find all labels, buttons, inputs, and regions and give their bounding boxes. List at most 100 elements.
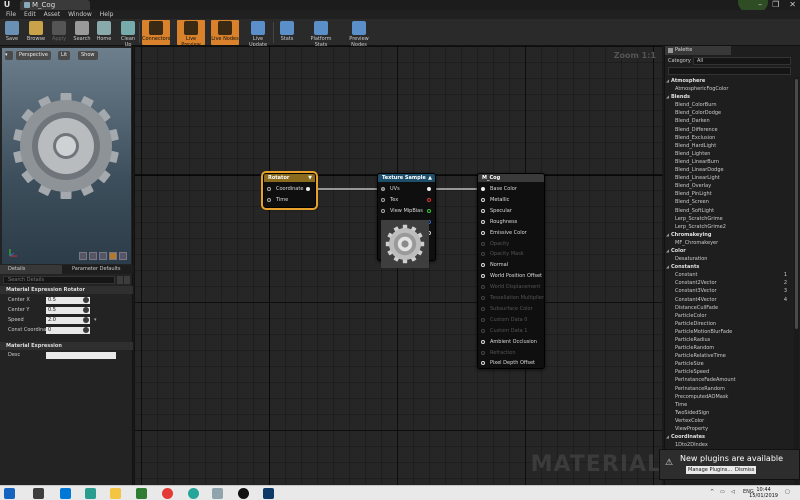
texture-output-r-pin[interactable] bbox=[427, 198, 431, 202]
palette-item-atmosphericfogcolor[interactable]: AtmosphericFogColor bbox=[665, 85, 793, 93]
palette-item-blend-screen[interactable]: Blend_Screen bbox=[665, 198, 793, 206]
palette-item-mf-chromakeyer[interactable]: MF_Chromakeyer bbox=[665, 239, 793, 247]
live-nodes-button[interactable]: Live Nodes bbox=[211, 20, 239, 45]
details-search-input[interactable]: Search Details bbox=[3, 276, 115, 284]
reset-value-icon[interactable] bbox=[83, 317, 89, 323]
palette-item-blend-hardlight[interactable]: Blend_HardLight bbox=[665, 142, 793, 150]
browse-button[interactable]: Browse bbox=[26, 20, 46, 45]
section-expression-header[interactable]: Material Expression bbox=[0, 342, 133, 350]
dismiss-button[interactable]: Dismiss bbox=[733, 466, 757, 474]
save-button[interactable]: Save bbox=[2, 20, 22, 45]
document-tab[interactable]: M_Cog bbox=[20, 0, 90, 10]
material-pin-roughness[interactable]: Roughness bbox=[481, 219, 517, 225]
texture-output-g-pin[interactable] bbox=[427, 209, 431, 213]
manage-plugins-button[interactable]: Manage Plugins... bbox=[686, 466, 735, 474]
palette-category-color[interactable]: Color bbox=[665, 247, 793, 255]
menu-file[interactable]: File bbox=[6, 10, 16, 19]
scrollbar-thumb[interactable] bbox=[795, 79, 798, 329]
palette-item-particlecolor[interactable]: ParticleColor bbox=[665, 312, 793, 320]
minimize-button[interactable]: – bbox=[758, 0, 762, 10]
plane-preview-icon[interactable] bbox=[99, 252, 107, 260]
menu-asset[interactable]: Asset bbox=[44, 10, 60, 19]
palette-item-blend-colorburn[interactable]: Blend_ColorBurn bbox=[665, 101, 793, 109]
tray-chevron-icon[interactable]: ^ bbox=[710, 489, 714, 495]
palette-item-blend-difference[interactable]: Blend_Difference bbox=[665, 126, 793, 134]
messenger-icon[interactable] bbox=[188, 488, 199, 499]
palette-item-particlerandom[interactable]: ParticleRandom bbox=[665, 344, 793, 352]
sphere-preview-icon[interactable] bbox=[89, 252, 97, 260]
palette-item-precomputedaomask[interactable]: PrecomputedAOMask bbox=[665, 393, 793, 401]
show-button[interactable]: Show bbox=[78, 51, 98, 60]
stats-button[interactable]: Stats bbox=[277, 20, 297, 45]
palette-item-lerp-scratchgrime2[interactable]: Lerp_ScratchGrime2 bbox=[665, 223, 793, 231]
palette-search-input[interactable] bbox=[668, 67, 791, 75]
palette-item-blend-colordodge[interactable]: Blend_ColorDodge bbox=[665, 109, 793, 117]
material-pin-base-color[interactable]: Base Color bbox=[481, 186, 517, 192]
rotator-pin-time[interactable]: Time bbox=[267, 197, 288, 203]
palette-item-constant4vector[interactable]: Constant4Vector 4 bbox=[665, 296, 793, 304]
palette-category-coordinates[interactable]: Coordinates bbox=[665, 433, 793, 441]
palette-scrollbar[interactable] bbox=[794, 77, 799, 485]
palette-item-perinstancerandom[interactable]: PerInstanceRandom bbox=[665, 385, 793, 393]
material-pin-emissive-color[interactable]: Emissive Color bbox=[481, 230, 527, 236]
material-pin-world-position-offset[interactable]: World Position Offset bbox=[481, 273, 542, 279]
perspective-button[interactable]: Perspective bbox=[16, 51, 51, 60]
palette-item-particlerelativetime[interactable]: ParticleRelativeTime bbox=[665, 352, 793, 360]
palette-item-desaturation[interactable]: Desaturation bbox=[665, 255, 793, 263]
palette-item-constant2vector[interactable]: Constant2Vector 2 bbox=[665, 279, 793, 287]
reset-value-icon[interactable] bbox=[83, 327, 89, 333]
photoshop-icon[interactable] bbox=[263, 488, 274, 499]
texture-pin-uvs[interactable]: UVs bbox=[381, 186, 400, 192]
preview-nodes-button[interactable]: Preview Nodes bbox=[342, 20, 376, 48]
palette-item-blend-lighten[interactable]: Blend_Lighten bbox=[665, 150, 793, 158]
palette-category-constants[interactable]: Constants bbox=[665, 263, 793, 271]
rotator-node-header[interactable]: Rotator ▼ bbox=[264, 174, 315, 182]
windows-start-icon[interactable] bbox=[4, 488, 15, 499]
palette-item-blend-darken[interactable]: Blend_Darken bbox=[665, 117, 793, 125]
palette-item-vertexcolor[interactable]: VertexColor bbox=[665, 417, 793, 425]
texture-sample-node[interactable]: Texture Sample ▲ UVs Tex View MipBias bbox=[377, 173, 436, 268]
palette-item-particlesize[interactable]: ParticleSize bbox=[665, 360, 793, 368]
material-pin-normal[interactable]: Normal bbox=[481, 262, 508, 268]
file-explorer-icon[interactable] bbox=[110, 488, 121, 499]
texture-node-header[interactable]: Texture Sample ▲ bbox=[378, 174, 435, 182]
apply-button[interactable]: Apply bbox=[50, 20, 68, 45]
viewport-options-button[interactable]: ▾ bbox=[5, 51, 13, 60]
platform-stats-button[interactable]: Platform Stats bbox=[305, 20, 337, 48]
palette-category-blends[interactable]: Blends bbox=[665, 93, 793, 101]
palette-item-lerp-scratchgrime[interactable]: Lerp_ScratchGrime bbox=[665, 215, 793, 223]
palette-item-blend-exclusion[interactable]: Blend_Exclusion bbox=[665, 134, 793, 142]
eye-icon[interactable] bbox=[124, 276, 130, 284]
clock[interactable]: 10:44 15/01/2019 bbox=[749, 487, 778, 499]
material-pin-specular[interactable]: Specular bbox=[481, 208, 512, 214]
palette-item-twosidedsign[interactable]: TwoSidedSign bbox=[665, 409, 793, 417]
rotator-node[interactable]: Rotator ▼ Coordinate Time bbox=[261, 171, 318, 210]
menu-help[interactable]: Help bbox=[100, 10, 114, 19]
material-pin-pixel-depth-offset[interactable]: Pixel Depth Offset bbox=[481, 360, 535, 366]
unreal-engine-icon[interactable] bbox=[238, 488, 249, 499]
live-update-button[interactable]: Live Update bbox=[244, 20, 272, 48]
reset-value-icon[interactable] bbox=[83, 297, 89, 303]
rotator-output-pin[interactable] bbox=[306, 187, 310, 191]
network-icon[interactable]: ▭ bbox=[720, 489, 725, 495]
notification-center-icon[interactable]: ▢ bbox=[785, 489, 790, 495]
desc-input[interactable] bbox=[46, 352, 116, 359]
menu-edit[interactable]: Edit bbox=[24, 10, 36, 19]
teapot-preview-icon[interactable] bbox=[119, 252, 127, 260]
search-button[interactable]: Search bbox=[72, 20, 92, 45]
palette-item-constant3vector[interactable]: Constant3Vector 3 bbox=[665, 287, 793, 295]
palette-item-particledirection[interactable]: ParticleDirection bbox=[665, 320, 793, 328]
category-select[interactable]: All bbox=[693, 57, 791, 65]
palette-item-time[interactable]: Time bbox=[665, 401, 793, 409]
palette-item-particleradius[interactable]: ParticleRadius bbox=[665, 336, 793, 344]
reset-value-icon[interactable] bbox=[83, 307, 89, 313]
palette-item-particlemotionblurfade[interactable]: ParticleMotionBlurFade bbox=[665, 328, 793, 336]
collapse-arrow-icon[interactable]: ▼ bbox=[308, 174, 312, 182]
palette-item-blend-linearlight[interactable]: Blend_LinearLight bbox=[665, 174, 793, 182]
home-button[interactable]: Home bbox=[95, 20, 113, 45]
maya-icon[interactable] bbox=[85, 488, 96, 499]
lit-button[interactable]: Lit bbox=[58, 51, 71, 60]
close-button[interactable]: ✕ bbox=[789, 0, 796, 10]
texture-pin-tex[interactable]: Tex bbox=[381, 197, 398, 203]
palette-item-blend-softlight[interactable]: Blend_SoftLight bbox=[665, 207, 793, 215]
